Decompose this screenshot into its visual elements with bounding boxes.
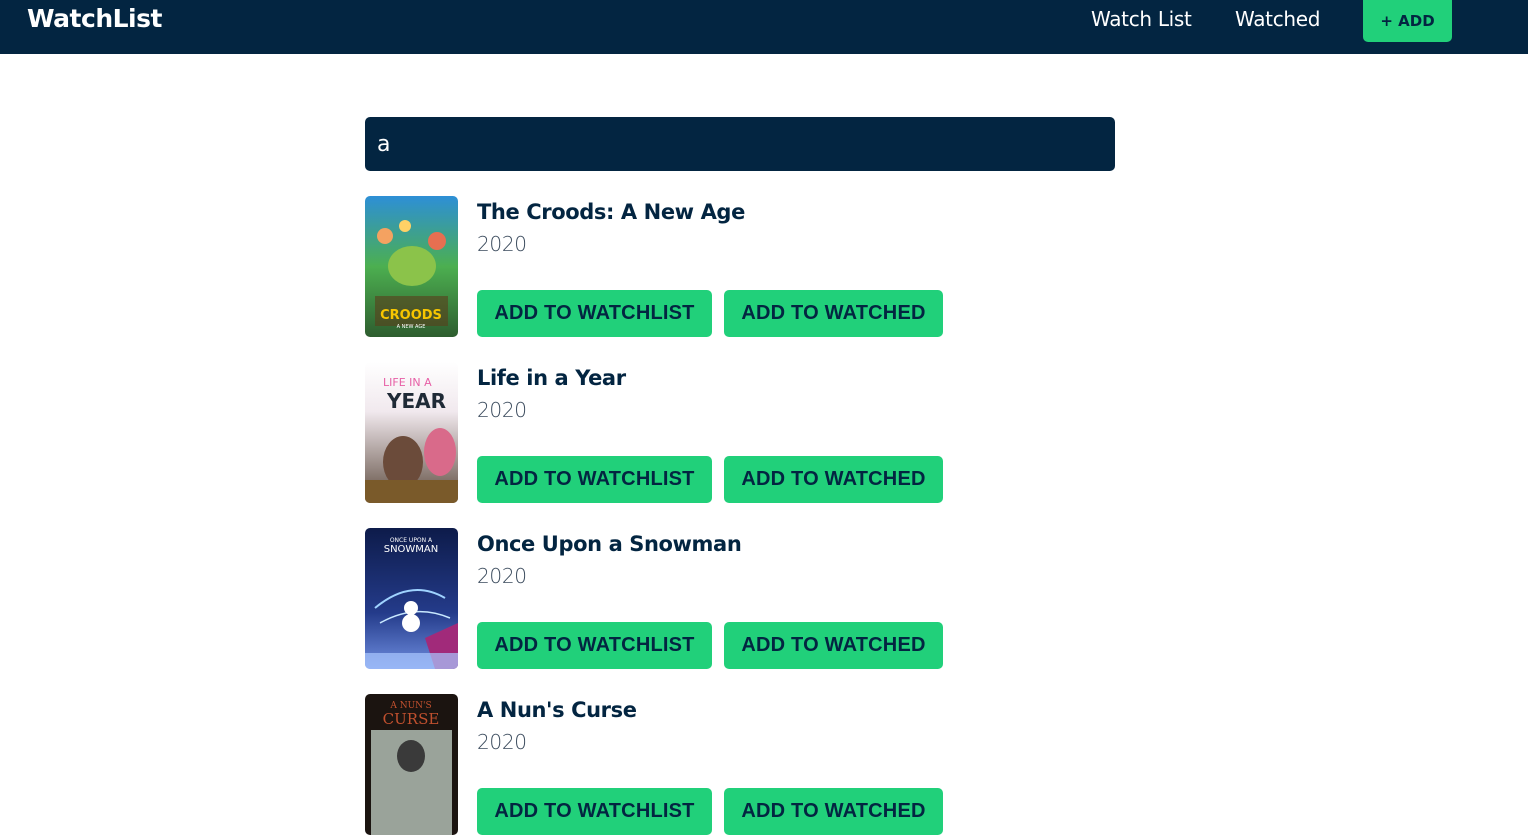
result-item: A NUN'S CURSE A Nun's Curse 2020 ADD TO … bbox=[365, 694, 1115, 835]
movie-year: 2020 bbox=[477, 730, 527, 754]
movie-title: A Nun's Curse bbox=[477, 698, 637, 722]
movie-title: Once Upon a Snowman bbox=[477, 532, 742, 556]
top-navbar: WatchList Watch List Watched + ADD bbox=[0, 0, 1528, 54]
add-button[interactable]: + ADD bbox=[1363, 0, 1452, 42]
search-input[interactable] bbox=[365, 117, 1115, 171]
movie-year: 2020 bbox=[477, 232, 527, 256]
poster-title-text: CURSE bbox=[383, 710, 440, 728]
add-to-watchlist-button[interactable]: ADD TO WATCHLIST bbox=[477, 622, 712, 669]
nav-link-watched[interactable]: Watched bbox=[1235, 7, 1320, 31]
add-to-watched-button[interactable]: ADD TO WATCHED bbox=[724, 290, 943, 337]
nav-link-watch-list[interactable]: Watch List bbox=[1091, 7, 1192, 31]
poster-title-text: CROODS bbox=[380, 308, 442, 323]
poster-title-text: SNOWMAN bbox=[384, 544, 439, 555]
poster-image-snowman: ONCE UPON A SNOWMAN bbox=[365, 528, 458, 669]
movie-year: 2020 bbox=[477, 398, 527, 422]
movie-year: 2020 bbox=[477, 564, 527, 588]
result-item: LIFE IN A YEAR Life in a Year 2020 ADD T… bbox=[365, 362, 1115, 503]
add-to-watchlist-button[interactable]: ADD TO WATCHLIST bbox=[477, 456, 712, 503]
svg-text:LIFE IN A: LIFE IN A bbox=[383, 376, 432, 389]
add-to-watchlist-button[interactable]: ADD TO WATCHLIST bbox=[477, 290, 712, 337]
svg-text:ONCE UPON A: ONCE UPON A bbox=[390, 537, 433, 544]
movie-poster: CROODS A NEW AGE bbox=[365, 196, 458, 337]
result-item: ONCE UPON A SNOWMAN Once Upon a Snowman … bbox=[365, 528, 1115, 669]
movie-title: Life in a Year bbox=[477, 366, 626, 390]
result-item: CROODS A NEW AGE The Croods: A New Age 2… bbox=[365, 196, 1115, 337]
movie-title: The Croods: A New Age bbox=[477, 200, 745, 224]
movie-poster: ONCE UPON A SNOWMAN bbox=[365, 528, 458, 669]
svg-text:A NEW AGE: A NEW AGE bbox=[397, 324, 426, 330]
add-to-watched-button[interactable]: ADD TO WATCHED bbox=[724, 788, 943, 835]
movie-poster: LIFE IN A YEAR bbox=[365, 362, 458, 503]
add-to-watched-button[interactable]: ADD TO WATCHED bbox=[724, 622, 943, 669]
poster-image-nuns-curse: A NUN'S CURSE bbox=[365, 694, 458, 835]
movie-poster: A NUN'S CURSE bbox=[365, 694, 458, 835]
add-to-watchlist-button[interactable]: ADD TO WATCHLIST bbox=[477, 788, 712, 835]
add-to-watched-button[interactable]: ADD TO WATCHED bbox=[724, 456, 943, 503]
brand-logo[interactable]: WatchList bbox=[27, 4, 162, 33]
poster-title-text: YEAR bbox=[386, 389, 446, 413]
poster-image-life-in-a-year: LIFE IN A YEAR bbox=[365, 362, 458, 503]
poster-image-croods: CROODS A NEW AGE bbox=[365, 196, 458, 337]
